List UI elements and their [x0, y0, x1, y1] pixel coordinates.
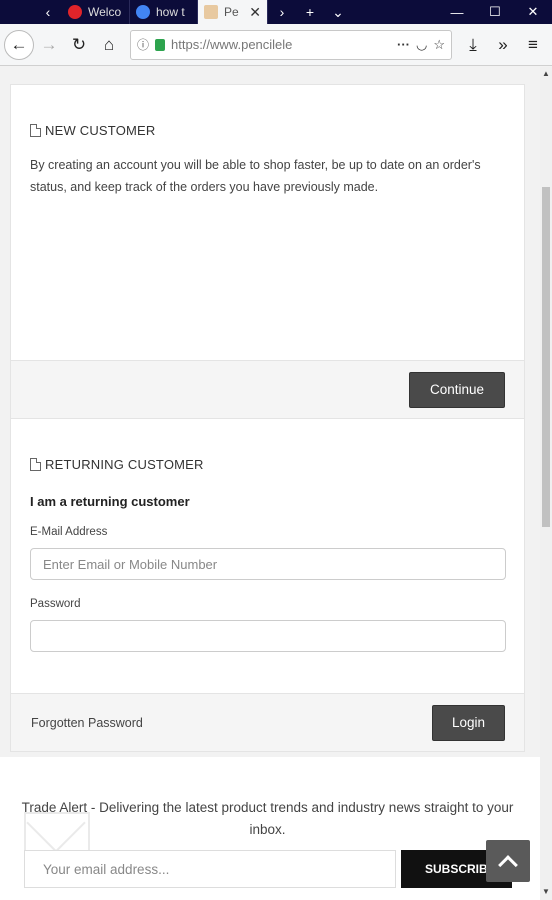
newsletter-email-input[interactable]: Your email address... [24, 850, 396, 888]
back-icon[interactable]: ← [4, 29, 34, 60]
scroll-to-top-button[interactable] [486, 840, 530, 882]
email-field[interactable]: Enter Email or Mobile Number [30, 548, 506, 580]
tab-welcome[interactable]: Welco [62, 0, 130, 24]
maximize-icon[interactable]: ☐ [476, 0, 514, 24]
tab-title: Pe [224, 5, 239, 19]
scroll-down-arrow-icon[interactable]: ▼ [542, 887, 550, 896]
overflow-icon[interactable]: » [488, 30, 518, 60]
document-icon [30, 458, 41, 471]
newsletter-text: Trade Alert - Delivering the latest prod… [21, 800, 514, 837]
browser-navbar: ← → ↻ ⌂ ⓘ https://www.pencilele ··· ◡ ☆ … [0, 24, 552, 66]
new-customer-heading: NEW CUSTOMER [30, 123, 505, 138]
new-customer-title: NEW CUSTOMER [45, 123, 156, 138]
tab-title: how t [156, 5, 185, 19]
new-customer-footer: Continue [11, 360, 524, 418]
new-customer-text: By creating an account you will be able … [30, 158, 481, 194]
minimize-icon[interactable]: — [438, 0, 476, 24]
continue-button[interactable]: Continue [409, 371, 505, 408]
url-text: https://www.pencilele [171, 37, 293, 52]
chevron-up-icon [498, 855, 518, 875]
page-scrollbar[interactable]: ▲ ▼ [540, 67, 552, 900]
login-button[interactable]: Login [432, 704, 505, 741]
pocket-icon[interactable]: ◡ [416, 37, 427, 53]
home-icon[interactable]: ⌂ [94, 30, 124, 60]
close-window-icon[interactable]: ✕ [514, 0, 552, 24]
close-tab-icon[interactable]: ✕ [249, 4, 261, 21]
forward-icon[interactable]: → [34, 30, 64, 60]
download-icon[interactable]: ⤓ [458, 30, 488, 60]
browser-titlebar: ‹ Welco how t Pe ✕ › + ⌄ — ☐ ✕ [0, 0, 552, 24]
reload-icon[interactable]: ↻ [64, 30, 94, 60]
info-icon[interactable]: ⓘ [137, 36, 149, 53]
email-label: E-Mail Address [30, 526, 108, 538]
page-content: NEW CUSTOMER By creating an account you … [0, 67, 540, 900]
tab-pencil[interactable]: Pe ✕ [198, 0, 268, 24]
returning-customer-heading: RETURNING CUSTOMER [30, 457, 505, 472]
returning-customer-title: RETURNING CUSTOMER [45, 457, 204, 472]
tab-favicon-icon [204, 5, 218, 19]
forgotten-password-link[interactable]: Forgotten Password [31, 716, 143, 730]
newsletter-section: Trade Alert - Delivering the latest prod… [0, 757, 540, 900]
url-bar[interactable]: ⓘ https://www.pencilele ··· ◡ ☆ [130, 29, 452, 60]
new-tab-icon[interactable]: + [296, 0, 324, 24]
more-icon[interactable]: ··· [397, 37, 410, 52]
email-placeholder: Enter Email or Mobile Number [43, 556, 218, 572]
tab-google[interactable]: how t [130, 0, 198, 24]
google-icon [136, 5, 150, 19]
scrollbar-thumb[interactable] [542, 187, 550, 527]
newsletter-placeholder: Your email address... [43, 861, 170, 877]
tab-scroll-right-icon[interactable]: › [268, 0, 296, 24]
tab-title: Welco [88, 5, 122, 19]
document-icon [30, 124, 41, 137]
returning-customer-subheading: I am a returning customer [30, 494, 190, 509]
tab-list-icon[interactable]: ⌄ [324, 0, 352, 24]
lock-icon [155, 38, 166, 51]
menu-icon[interactable]: ≡ [518, 30, 548, 60]
password-field[interactable] [30, 620, 506, 652]
tab-favicon-icon [68, 5, 82, 19]
star-icon[interactable]: ☆ [433, 37, 445, 53]
tab-scroll-left-icon[interactable]: ‹ [34, 0, 62, 24]
password-label: Password [30, 598, 81, 610]
returning-customer-footer: Forgotten Password Login [11, 693, 524, 751]
scroll-up-arrow-icon[interactable]: ▲ [542, 69, 550, 78]
new-customer-panel: NEW CUSTOMER By creating an account you … [10, 84, 525, 419]
returning-customer-panel: RETURNING CUSTOMER I am a returning cust… [10, 419, 525, 752]
